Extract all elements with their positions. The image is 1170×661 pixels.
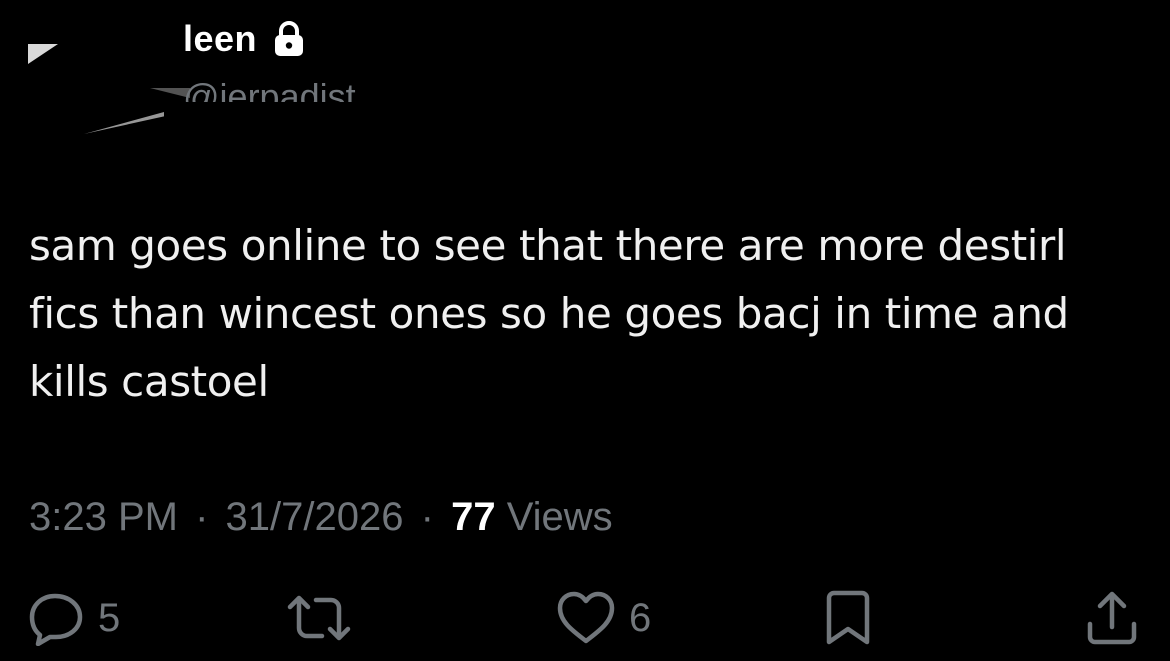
share-icon: [1084, 589, 1140, 647]
views-count: 77: [451, 495, 496, 539]
meta-separator: ·: [195, 495, 209, 539]
share-button[interactable]: [1084, 590, 1140, 646]
tweet-text: sam goes online to see that there are mo…: [29, 221, 1069, 406]
bookmark-icon: [822, 589, 874, 647]
author-handle[interactable]: @jerpadist: [183, 68, 356, 102]
like-count: 6: [629, 595, 652, 640]
tweet-meta: 3:23 PM · 31/7/2026 · 77 Views: [29, 495, 613, 540]
display-name-text: leen: [183, 18, 258, 59]
retweet-icon: [284, 590, 354, 646]
meta-separator: ·: [420, 495, 434, 539]
heart-icon: [555, 590, 617, 646]
like-button[interactable]: 6: [555, 590, 651, 646]
retweet-button[interactable]: [284, 590, 366, 646]
avatar-redaction: [28, 10, 188, 130]
author-display-name[interactable]: leen: [183, 18, 307, 60]
lock-icon: [271, 20, 307, 58]
views-label: Views: [506, 495, 613, 539]
reply-count: 5: [98, 595, 121, 640]
reply-icon: [28, 590, 86, 646]
tweet-date[interactable]: 31/7/2026: [226, 495, 404, 539]
bookmark-button[interactable]: [822, 590, 874, 646]
tweet-time[interactable]: 3:23 PM: [29, 495, 178, 539]
reply-button[interactable]: 5: [28, 590, 120, 646]
